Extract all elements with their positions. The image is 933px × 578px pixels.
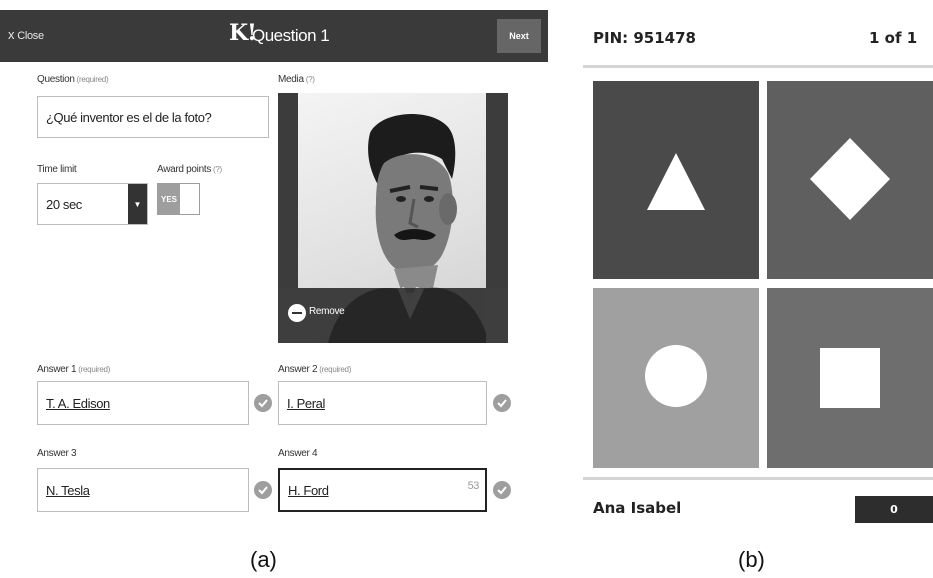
correct-check-icon-1[interactable] bbox=[254, 394, 272, 412]
answer-2-label-text: Answer 2 bbox=[278, 364, 318, 375]
answer-tile-diamond[interactable] bbox=[767, 81, 933, 279]
answer-3-label: Answer 3 bbox=[37, 448, 77, 459]
next-button[interactable]: Next bbox=[497, 19, 541, 53]
award-points-help: (?) bbox=[213, 165, 222, 174]
correct-check-icon-4[interactable] bbox=[493, 481, 511, 499]
media-help: (?) bbox=[305, 75, 315, 84]
media-remove-bar: Remove bbox=[278, 288, 508, 343]
time-limit-label: Time limit bbox=[37, 164, 77, 175]
time-limit-value: 20 sec bbox=[46, 197, 82, 212]
award-points-toggle[interactable]: YES bbox=[157, 183, 200, 215]
answer-1-label-text: Answer 1 bbox=[37, 364, 77, 375]
media-label: Media (?) bbox=[278, 74, 315, 85]
diamond-icon bbox=[767, 81, 933, 279]
bottom-divider bbox=[583, 477, 933, 480]
answer-2-value: I. Peral bbox=[287, 395, 325, 411]
caption-a: (a) bbox=[250, 547, 277, 572]
caption-b: (b) bbox=[738, 547, 765, 572]
top-divider bbox=[583, 65, 933, 68]
answer-1-label: Answer 1 (required) bbox=[37, 364, 110, 375]
player-name: Ana Isabel bbox=[593, 499, 682, 517]
question-title: Question 1 bbox=[252, 26, 330, 45]
question-label-text: Question bbox=[37, 74, 75, 85]
answer-3-value: N. Tesla bbox=[46, 482, 90, 498]
close-icon: x bbox=[8, 27, 15, 42]
answer-3-input[interactable]: N. Tesla bbox=[37, 468, 249, 512]
chevron-down-icon[interactable]: ▼ bbox=[128, 184, 147, 224]
answer-1-required-hint: (required) bbox=[78, 365, 110, 374]
answer-4-value: H. Ford bbox=[288, 482, 329, 498]
correct-check-icon-2[interactable] bbox=[493, 394, 511, 412]
square-icon bbox=[767, 288, 933, 468]
kahoot-editor-panel: x Close K! Question 1 Next Question (requi… bbox=[0, 0, 548, 520]
question-required-hint: (required) bbox=[76, 75, 109, 84]
close-button[interactable]: x Close bbox=[8, 27, 44, 42]
char-counter: 53 bbox=[467, 480, 480, 492]
answer-4-label: Answer 4 bbox=[278, 448, 318, 459]
award-points-label-text: Award points bbox=[157, 164, 212, 175]
remove-media-button[interactable]: Remove bbox=[309, 306, 345, 317]
triangle-icon bbox=[593, 81, 759, 279]
answer-4-input[interactable]: H. Ford 53 bbox=[278, 468, 487, 512]
correct-check-icon-3[interactable] bbox=[254, 481, 272, 499]
score-badge: 0 bbox=[855, 496, 933, 523]
award-points-label: Award points (?) bbox=[157, 164, 222, 175]
answer-2-required-hint: (required) bbox=[319, 365, 351, 374]
answer-tile-circle[interactable] bbox=[593, 288, 759, 486]
editor-top-bar: x Close K! Question 1 Next bbox=[0, 10, 548, 62]
game-pin: PIN: 951478 bbox=[593, 29, 696, 47]
answer-2-label: Answer 2 (required) bbox=[278, 364, 351, 375]
question-label: Question (required) bbox=[37, 74, 109, 85]
media-letterbox-right bbox=[486, 93, 508, 288]
question-input-value: ¿Qué inventor es el de la foto? bbox=[46, 109, 212, 125]
close-label: Close bbox=[17, 30, 44, 42]
media-preview: Remove bbox=[278, 93, 508, 343]
media-label-text: Media bbox=[278, 74, 304, 85]
circle-icon bbox=[593, 288, 759, 468]
answer-1-input[interactable]: T. A. Edison bbox=[37, 381, 249, 425]
answer-tile-triangle[interactable] bbox=[593, 81, 759, 279]
time-limit-select[interactable]: 20 sec ▼ bbox=[37, 183, 148, 225]
remove-icon[interactable] bbox=[288, 304, 306, 322]
question-input[interactable]: ¿Qué inventor es el de la foto? bbox=[37, 96, 269, 138]
question-progress: 1 of 1 bbox=[869, 29, 918, 47]
answer-1-value: T. A. Edison bbox=[46, 395, 110, 411]
media-letterbox-left bbox=[278, 93, 298, 288]
answer-2-input[interactable]: I. Peral bbox=[278, 381, 487, 425]
answer-tile-square[interactable] bbox=[767, 288, 933, 486]
toggle-yes-label: YES bbox=[158, 184, 180, 214]
